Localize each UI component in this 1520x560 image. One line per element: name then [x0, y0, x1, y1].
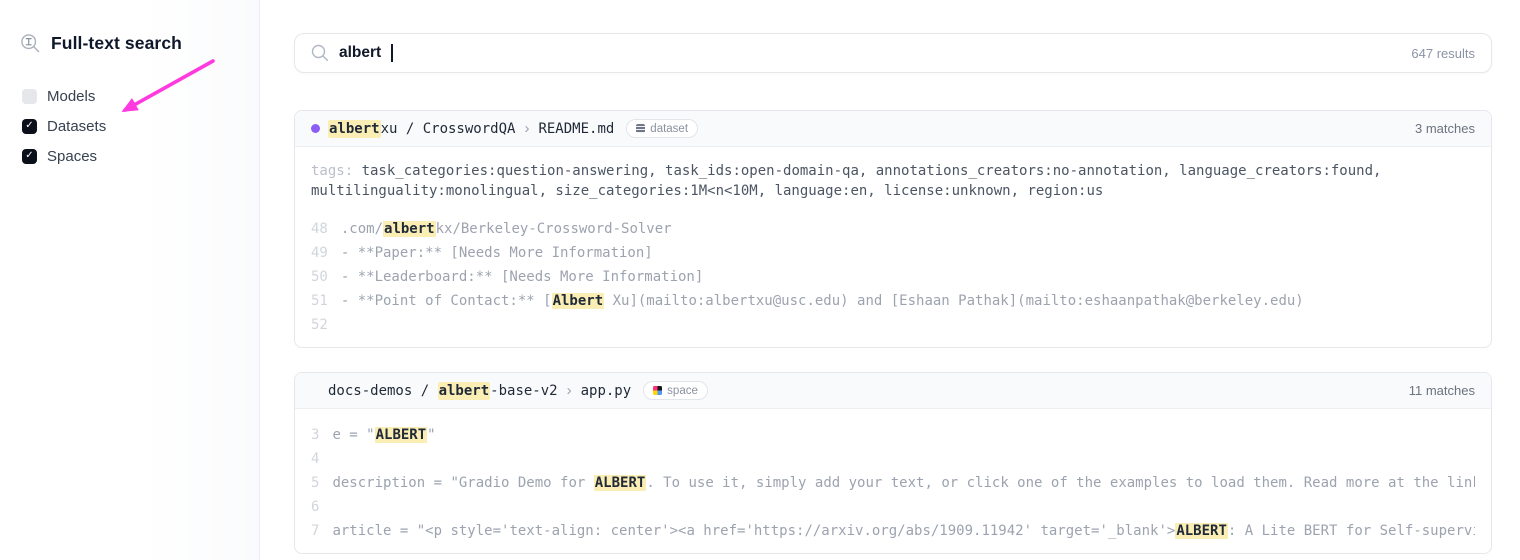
line-number: 48	[311, 221, 328, 237]
filter-label-spaces: Spaces	[47, 148, 97, 165]
match-highlight: ALBERT	[1175, 523, 1228, 539]
results-count: 647 results	[1411, 46, 1475, 61]
code-line: 52	[311, 313, 1475, 337]
line-number: 5	[311, 475, 319, 491]
result-card: docs-demos / albert-base-v2 › app.py space 1…	[294, 372, 1492, 554]
code-line: 48 .com/albertkx/Berkeley-Crossword-Solve…	[311, 217, 1475, 241]
line-number: 6	[311, 499, 319, 515]
match-highlight: Albert	[552, 293, 605, 309]
filter-list: Models Datasets Spaces	[22, 81, 259, 171]
text-segment: article = "<p style='text-align: center'…	[332, 523, 1175, 539]
line-number: 51	[311, 293, 328, 309]
tags-label: tags:	[311, 163, 362, 179]
text-segment: - **Leaderboard:** [Needs More Informati…	[341, 269, 703, 285]
line-content: description = "Gradio Demo for ALBERT. T…	[332, 475, 1475, 491]
line-content: - **Leaderboard:** [Needs More Informati…	[341, 269, 1475, 285]
match-count: 11 matches	[1409, 383, 1475, 398]
code-line: 49 - **Paper:** [Needs More Information]	[311, 241, 1475, 265]
sidebar-header: Full-text search	[20, 33, 259, 54]
line-number: 50	[311, 269, 328, 285]
checkbox-spaces[interactable]	[22, 149, 37, 164]
text-segment: .com/	[341, 221, 383, 237]
repo-title[interactable]: docs-demos / albert-base-v2	[328, 383, 558, 399]
match-count: 3 matches	[1415, 121, 1475, 136]
line-content: - **Point of Contact:** [Albert Xu](mail…	[341, 293, 1475, 309]
match-highlight: albert	[438, 382, 491, 400]
code-line: 5 description = "Gradio Demo for ALBERT. …	[311, 471, 1475, 495]
match-highlight: ALBERT	[375, 427, 428, 443]
file-name[interactable]: app.py	[581, 383, 632, 399]
text-segment: : A Lite BERT for Self-supervised	[1228, 523, 1475, 539]
code-snippet: 48 .com/albertkx/Berkeley-Crossword-Solve…	[311, 217, 1475, 337]
text-segment: e = "	[332, 427, 374, 443]
line-number: 52	[311, 317, 328, 333]
search-bar[interactable]: albert 647 results	[294, 33, 1492, 73]
line-number: 49	[311, 245, 328, 261]
code-line: 6	[311, 495, 1475, 519]
filter-label-datasets: Datasets	[47, 118, 106, 135]
tags-value: task_categories:question-answering, task…	[311, 163, 1381, 199]
line-number: 7	[311, 523, 319, 539]
text-segment: xu / CrosswordQA	[381, 121, 516, 137]
badge-label: space	[667, 385, 698, 397]
line-content: - **Paper:** [Needs More Information]	[341, 245, 1475, 261]
code-snippet: 3e = "ALBERT"45description = "Gradio Dem…	[311, 423, 1475, 543]
space-icon	[653, 386, 662, 395]
code-line: 3 e = "ALBERT"	[311, 423, 1475, 447]
fulltext-search-icon	[20, 33, 41, 54]
text-segment: Xu](mailto:albertxu@usc.edu) and [Eshaan…	[604, 293, 1304, 309]
line-content: .com/albertkx/Berkeley-Crossword-Solver	[341, 221, 1475, 237]
text-segment: . To use it, simply add your text, or cl…	[646, 475, 1475, 491]
code-line: 4	[311, 447, 1475, 471]
text-cursor	[391, 44, 393, 62]
repo-color-dot	[311, 124, 320, 133]
line-content: article = "<p style='text-align: center'…	[332, 523, 1475, 539]
code-line: 51 - **Point of Contact:** [Albert Xu](ma…	[311, 289, 1475, 313]
filter-models[interactable]: Models	[22, 81, 259, 111]
result-header[interactable]: albertxu / CrosswordQA › README.md dataset 3…	[295, 111, 1491, 147]
code-line: 50 - **Leaderboard:** [Needs More Informa…	[311, 265, 1475, 289]
file-name[interactable]: README.md	[538, 121, 614, 137]
text-segment: kx/Berkeley-Crossword-Solver	[436, 221, 672, 237]
line-content: e = "ALBERT"	[332, 427, 1475, 443]
filter-spaces[interactable]: Spaces	[22, 141, 259, 171]
main-content: albert 647 results albertxu / CrosswordQ…	[294, 0, 1492, 554]
text-segment: - **Paper:** [Needs More Information]	[341, 245, 653, 261]
dataset-icon	[636, 124, 645, 133]
repo-type-badge: dataset	[626, 119, 698, 138]
result-card: albertxu / CrosswordQA›README.mddataset3…	[294, 110, 1492, 348]
checkbox-models[interactable]	[22, 89, 37, 104]
page-title: Full-text search	[51, 33, 182, 54]
match-highlight: ALBERT	[594, 475, 647, 491]
result-body: 3e = "ALBERT"45description = "Gradio Dem…	[295, 409, 1491, 553]
results-list: albertxu / CrosswordQA›README.mddataset3…	[294, 110, 1492, 554]
sidebar: Full-text search Models Datasets Spaces	[0, 0, 260, 560]
result-body: tags: task_categories:question-answering…	[295, 147, 1491, 347]
code-line: 7 article = "<p style='text-align: center…	[311, 519, 1475, 543]
text-segment: description = "Gradio Demo for	[332, 475, 593, 491]
repo-type-badge: space	[643, 381, 708, 400]
match-highlight: albert	[328, 120, 381, 138]
text-segment: - **Point of Contact:** [	[341, 293, 552, 309]
search-input[interactable]: albert	[339, 44, 381, 62]
search-icon	[311, 44, 329, 62]
repo-title[interactable]: albertxu / CrosswordQA	[328, 121, 515, 137]
line-number: 3	[311, 427, 319, 443]
text-segment: -base-v2	[490, 383, 557, 399]
badge-label: dataset	[650, 123, 688, 135]
checkbox-datasets[interactable]	[22, 119, 37, 134]
match-highlight: albert	[383, 221, 436, 237]
chevron-separator: ›	[567, 382, 572, 399]
tags-line: tags: task_categories:question-answering…	[311, 161, 1475, 201]
text-segment: docs-demos /	[328, 383, 438, 399]
text-segment: "	[427, 427, 435, 443]
chevron-separator: ›	[524, 120, 529, 137]
filter-datasets[interactable]: Datasets	[22, 111, 259, 141]
filter-label-models: Models	[47, 88, 95, 105]
line-number: 4	[311, 451, 319, 467]
result-header[interactable]: docs-demos / albert-base-v2 › app.py space 1…	[295, 373, 1491, 409]
